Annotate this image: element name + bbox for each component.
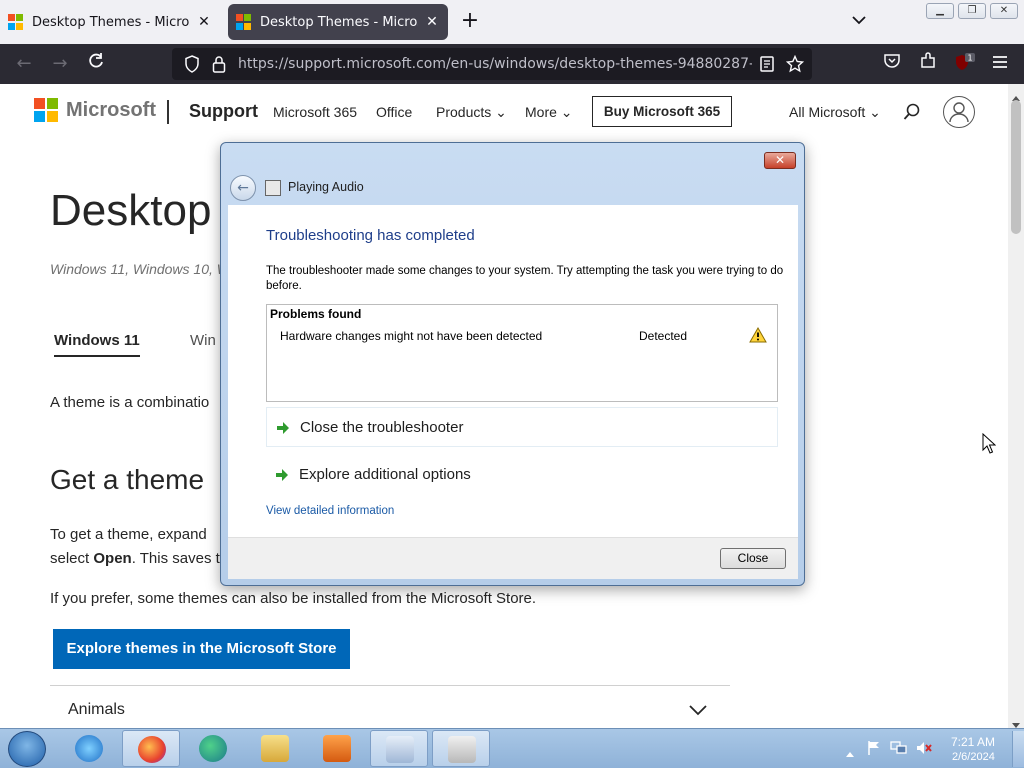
shield-icon[interactable]	[184, 55, 200, 77]
applies-to-text: Windows 11, Windows 10, W	[50, 261, 230, 277]
warning-icon	[749, 326, 767, 343]
dialog-message: The troubleshooter made some changes to …	[266, 265, 784, 292]
microsoft-favicon-icon	[236, 14, 252, 30]
list-all-tabs-icon[interactable]	[852, 10, 866, 29]
nav-products[interactable]: Products ⌄	[436, 104, 507, 121]
action-center-flag-icon[interactable]	[866, 740, 882, 760]
lock-icon[interactable]	[212, 55, 226, 77]
clock-time[interactable]: 7:21 AM	[951, 735, 995, 749]
get-theme-heading: Get a theme	[50, 464, 205, 495]
network-icon[interactable]	[890, 740, 908, 760]
close-troubleshooter-option[interactable]: Close the troubleshooter	[266, 407, 778, 447]
forward-icon[interactable]: →	[48, 52, 72, 76]
option-label: Close the troubleshooter	[300, 419, 464, 436]
show-desktop-button[interactable]	[1012, 731, 1024, 767]
problem-description: Hardware changes might not have been det…	[280, 329, 543, 343]
tab-windows-11[interactable]: Windows 11	[54, 332, 140, 357]
close-button[interactable]: Close	[720, 548, 786, 569]
close-tab-icon[interactable]: ✕	[424, 14, 440, 30]
problem-status: Detected	[639, 329, 688, 343]
buy-microsoft-365-button[interactable]: Buy Microsoft 365	[592, 96, 732, 127]
all-microsoft-menu[interactable]: All Microsoft ⌄	[789, 104, 881, 121]
troubleshooter-dialog: ✕ ← Playing Audio Troubleshooting has co…	[220, 142, 805, 586]
body-text-line: select Open. This saves t	[50, 550, 220, 567]
dialog-heading: Troubleshooting has completed	[266, 227, 475, 244]
green-arrow-icon	[274, 467, 290, 483]
browser-tab-active[interactable]: Desktop Themes - Microsoft Su ✕	[228, 4, 448, 40]
reload-icon[interactable]	[84, 52, 108, 76]
troubleshooter-taskbar-icon[interactable]	[432, 730, 490, 767]
open-keyword: Open	[93, 550, 132, 567]
page-title: Desktop	[50, 186, 212, 235]
nav-office[interactable]: Office	[376, 104, 412, 120]
close-tab-icon[interactable]: ✕	[196, 14, 212, 30]
nav-more[interactable]: More ⌄	[525, 104, 573, 121]
microsoft-logo[interactable]: Microsoft	[34, 98, 156, 122]
control-panel-taskbar-icon[interactable]	[370, 730, 428, 767]
scrollbar-thumb[interactable]	[1011, 100, 1021, 234]
tab-windows-10[interactable]: Win	[190, 332, 216, 349]
brand-name: Microsoft	[66, 98, 156, 121]
explore-options-option[interactable]: Explore additional options	[266, 455, 778, 495]
edge-taskbar-icon[interactable]	[184, 730, 242, 767]
support-link[interactable]: Support	[189, 101, 258, 122]
back-icon[interactable]: ←	[12, 52, 36, 76]
microsoft-favicon-icon	[8, 14, 24, 30]
tab-title: Desktop Themes - Microsoft Su	[32, 14, 190, 30]
troubleshooter-app-icon	[265, 180, 281, 196]
browser-tab[interactable]: Desktop Themes - Microsoft Su ✕	[0, 4, 220, 40]
menu-icon[interactable]	[988, 52, 1012, 76]
navigation-toolbar: ← → https://support.microsoft.com/en-us/…	[0, 44, 1024, 84]
accordion-divider	[50, 685, 730, 686]
store-hint-text: If you prefer, some themes can also be i…	[50, 590, 537, 607]
tab-title: Desktop Themes - Microsoft Su	[260, 14, 418, 30]
accordion-animals-label[interactable]: Animals	[68, 701, 125, 719]
close-window-icon[interactable]: ✕	[990, 3, 1018, 19]
internet-explorer-taskbar-icon[interactable]	[60, 730, 118, 767]
new-tab-button[interactable]: +	[458, 8, 482, 36]
ublock-origin-icon[interactable]: 1	[952, 52, 976, 76]
search-icon[interactable]	[903, 103, 921, 125]
account-avatar-icon[interactable]	[943, 96, 975, 128]
browser-tab-strip: Desktop Themes - Microsoft Su ✕ Desktop …	[0, 0, 1024, 44]
dialog-footer: Close	[228, 537, 798, 579]
address-bar[interactable]: https://support.microsoft.com/en-us/wind…	[172, 48, 812, 80]
explore-themes-store-button[interactable]: Explore themes in the Microsoft Store	[53, 629, 350, 669]
green-arrow-icon	[275, 420, 291, 436]
view-detailed-information-link[interactable]: View detailed information	[266, 505, 394, 517]
volume-muted-icon[interactable]	[915, 740, 933, 760]
page-scrollbar[interactable]	[1008, 84, 1024, 728]
body-text-line: To get a theme, expand	[50, 526, 207, 543]
nav-microsoft-365[interactable]: Microsoft 365	[273, 104, 357, 120]
back-arrow-icon[interactable]: ←	[230, 175, 256, 201]
minimize-window-icon[interactable]: ▁	[926, 3, 954, 19]
problems-found-header: Problems found	[270, 307, 362, 321]
media-player-taskbar-icon[interactable]	[308, 730, 366, 767]
start-button-icon[interactable]	[8, 731, 46, 767]
pocket-icon[interactable]	[880, 52, 904, 76]
file-explorer-taskbar-icon[interactable]	[246, 730, 304, 767]
dialog-title: Playing Audio	[288, 180, 364, 194]
show-hidden-icons-icon[interactable]	[845, 743, 855, 762]
url-text: https://support.microsoft.com/en-us/wind…	[238, 56, 752, 72]
intro-text: A theme is a combinatio	[50, 394, 210, 411]
restore-window-icon[interactable]: ❐	[958, 3, 986, 19]
extensions-icon[interactable]	[916, 52, 940, 76]
svg-text:1: 1	[967, 54, 972, 63]
firefox-taskbar-icon[interactable]	[122, 730, 180, 767]
option-label: Explore additional options	[299, 466, 471, 483]
header-divider	[167, 100, 169, 124]
bookmark-star-icon[interactable]	[785, 54, 805, 77]
clock-date[interactable]: 2/6/2024	[952, 751, 995, 763]
problems-found-box: Problems found Hardware changes might no…	[266, 304, 778, 402]
dialog-content: Troubleshooting has completed The troubl…	[228, 205, 798, 537]
mouse-cursor-icon	[982, 432, 997, 459]
close-icon[interactable]: ✕	[764, 152, 796, 169]
windows-taskbar: 7:21 AM 2/6/2024	[0, 728, 1024, 768]
reader-view-icon[interactable]	[760, 56, 774, 76]
microsoft-logo-icon	[34, 98, 58, 122]
chevron-down-icon[interactable]	[688, 700, 708, 720]
